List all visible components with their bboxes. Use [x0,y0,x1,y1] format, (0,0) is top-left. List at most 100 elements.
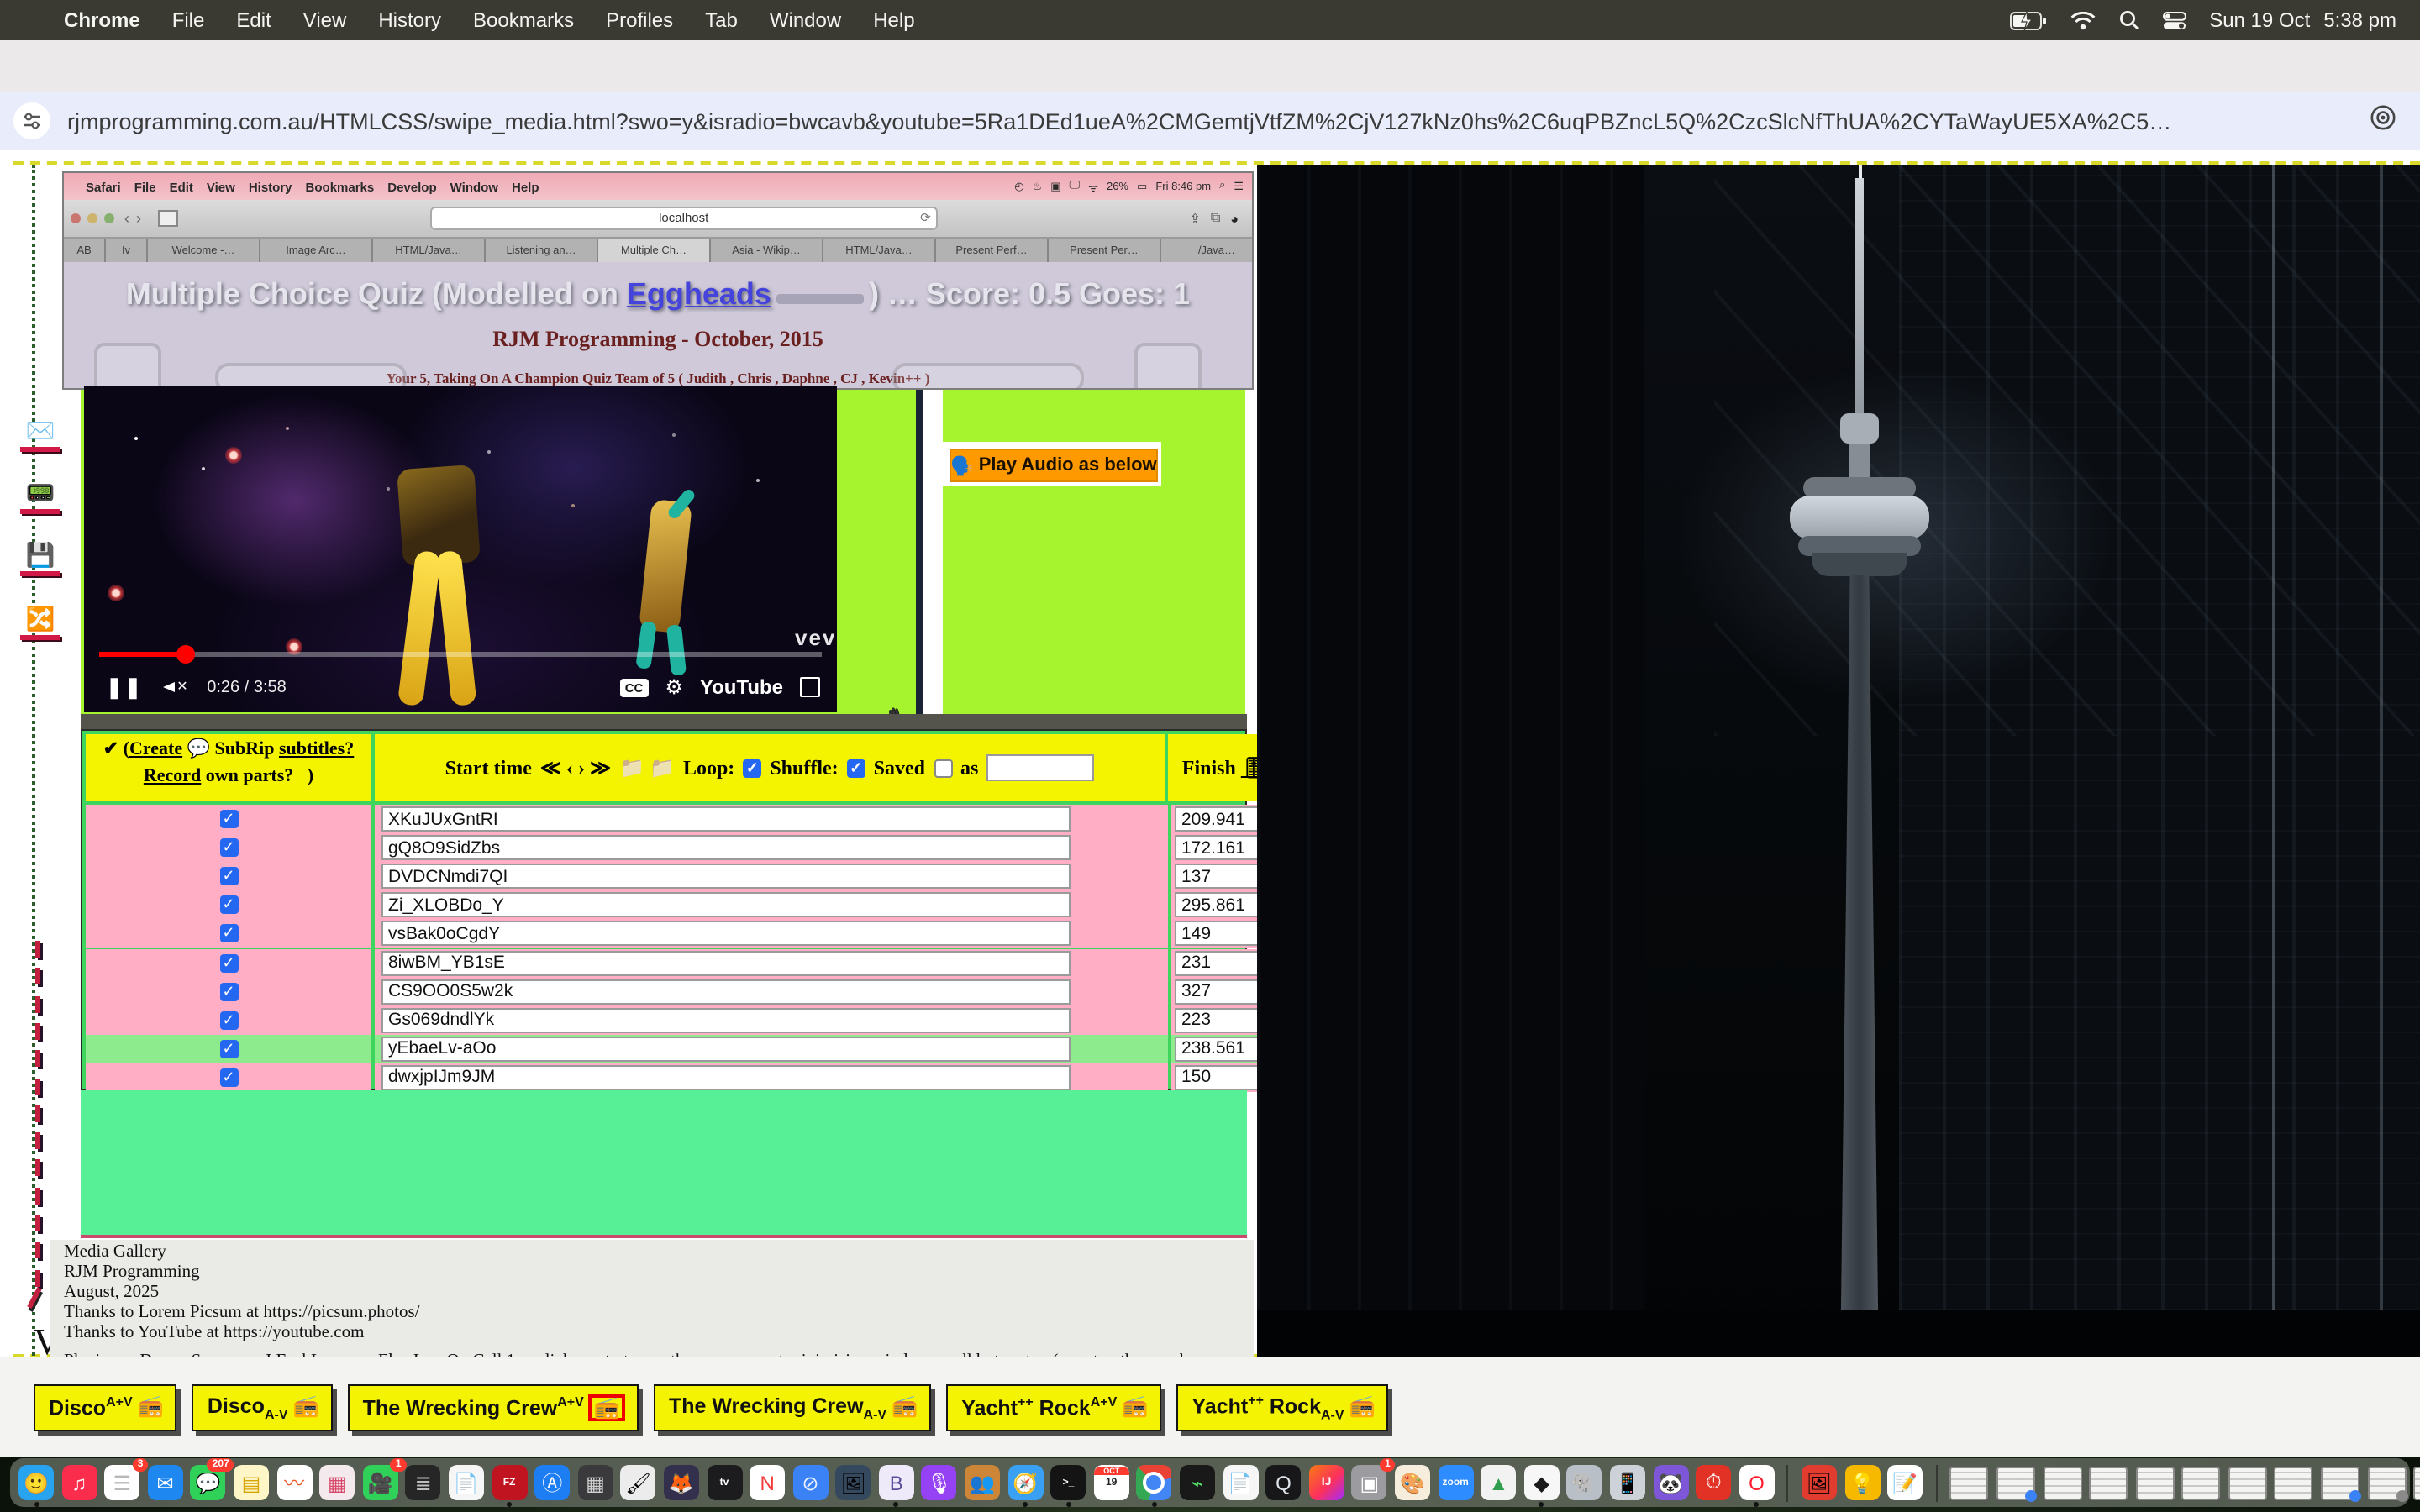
eggheads-link[interactable]: Eggheads [627,277,771,311]
dock-icon-zoom[interactable]: zoom [1438,1465,1473,1500]
dock-icon-grid-utility[interactable]: ▦ [577,1465,613,1500]
minimized-window-thumb[interactable] [1950,1466,1989,1499]
minimized-window-thumb[interactable] [2043,1466,2081,1499]
row-checkbox[interactable]: ✓ [219,982,238,1000]
menu-item-tab[interactable]: Tab [705,8,738,32]
dock-icon-finder[interactable]: 🙂 [18,1465,54,1500]
dock-icon-gimp[interactable]: 🖌 [621,1465,656,1500]
shuffle-icon[interactable]: 🔀 [20,605,60,640]
dock-icon-blocked-app[interactable]: ⊘ [792,1465,828,1500]
playlist-button[interactable]: DiscoA+V📻 [34,1384,177,1431]
preview-eye-icon[interactable] [2370,103,2396,139]
captions-button[interactable]: CC [620,678,649,696]
row-checkbox[interactable]: ✓ [219,953,238,972]
site-settings-icon[interactable] [13,102,50,139]
menu-item-history[interactable]: History [378,8,441,32]
inner-tab[interactable]: Iv [106,239,148,262]
floppy-icon[interactable]: 💾 [20,541,60,576]
minimized-window-thumb[interactable] [2135,1466,2174,1499]
fullscreen-button[interactable] [800,677,820,697]
battery-charging-icon[interactable] [2009,11,2046,29]
cn-tower-photo[interactable] [1257,165,2420,1361]
menu-item-profiles[interactable]: Profiles [606,8,673,32]
dock-icon-safari[interactable]: 🧭 [1007,1465,1043,1500]
address-input[interactable]: rjmprogramming.com.au/HTMLCSS/swipe_medi… [67,108,2302,134]
play-audio-button[interactable]: 🗣️ Play Audio as below [950,449,1158,482]
menu-item-view[interactable]: View [303,8,347,32]
dock-icon-document[interactable]: 📄 [1223,1465,1258,1500]
inner-tab[interactable]: Listening an… [486,239,598,262]
dock-icon-panda-app[interactable]: 🐼 [1653,1465,1688,1500]
playlist-button[interactable]: The Wrecking CrewA+V📻 [348,1384,639,1431]
dock-icon-filezilla[interactable]: FZ [492,1465,527,1500]
minimized-window-thumb[interactable] [2414,1466,2420,1499]
inner-tab[interactable]: Welcome -… [148,239,260,262]
dock-icon-curl-terminal[interactable]: ≣ [406,1465,441,1500]
video-id-input[interactable] [381,864,1071,889]
shuffle-checkbox[interactable]: ✓ [847,759,865,777]
muted-volume-icon[interactable]: ✕ [163,677,190,697]
wifi-icon[interactable] [2070,11,2095,29]
dock-icon-green-terminal[interactable]: ⌁ [1180,1465,1215,1500]
row-checkbox[interactable]: ✓ [219,810,238,828]
dock-icon-tile-grid-app[interactable]: ▦ [319,1465,355,1500]
inner-tab[interactable]: Asia - Wikip… [711,239,823,262]
dock-icon-mail[interactable]: ✉ [148,1465,183,1500]
dock-icon-textedit[interactable]: 📝 [1887,1465,1923,1500]
video-id-input[interactable] [381,1037,1071,1062]
row-checkbox[interactable]: ✓ [219,867,238,885]
video-id-input[interactable] [381,835,1071,860]
video-id-input[interactable] [381,893,1071,918]
minimized-window-thumb[interactable] [2089,1466,2128,1499]
dock-icon-dial-app[interactable]: ⏱ [1696,1465,1731,1500]
dock-icon-photo-card-app[interactable]: 🖼 [1802,1465,1837,1500]
minimized-window-thumb[interactable] [2321,1466,2360,1499]
dock-icon-bbedit[interactable]: B [879,1465,914,1500]
control-center-icon[interactable] [2162,11,2186,29]
minimized-window-thumb[interactable] [2228,1466,2267,1499]
saved-as-input[interactable] [986,754,1094,781]
dock-icon-opera[interactable]: O [1739,1465,1775,1500]
dock-icon-chrome[interactable] [1137,1465,1172,1500]
video-id-input[interactable] [381,921,1071,947]
subtitles-link[interactable]: subtitles? [279,739,354,759]
inner-tab[interactable]: /Java… [1161,239,1254,262]
dock-icon-inkscape[interactable]: ◆ [1524,1465,1560,1500]
dock-icon-triangle-app[interactable]: ▲ [1481,1465,1516,1500]
minimized-window-thumb[interactable] [2275,1466,2313,1499]
record-link[interactable]: Record [144,766,201,786]
dock-icon-reminders[interactable]: ☰3 [104,1465,139,1500]
menu-item-file[interactable]: File [172,8,205,32]
youtube-logo[interactable]: YouTube [700,675,783,699]
video-id-input[interactable] [381,950,1071,975]
dock-icon-firefox[interactable]: 🦊 [664,1465,699,1500]
playlist-button[interactable]: DiscoA-V📻 [192,1384,333,1431]
video-progress-track[interactable] [99,652,822,657]
row-checkbox[interactable]: ✓ [219,1068,238,1087]
inner-tab[interactable]: Present Perf… [936,239,1049,262]
seek-nav-buttons[interactable]: ≪ ‹ › ≫ [540,755,611,780]
menu-item-chrome[interactable]: Chrome [64,8,140,32]
dock-icon-messages[interactable]: 💬207 [191,1465,226,1500]
dock-icon-white-animal-app[interactable]: 🐘 [1567,1465,1602,1500]
video-id-input[interactable] [381,1007,1071,1032]
menu-item-bookmarks[interactable]: Bookmarks [473,8,574,32]
row-checkbox[interactable]: ✓ [219,838,238,857]
dock-icon-facetime[interactable]: 🎥1 [363,1465,398,1500]
vevo-watermark[interactable]: vevo [795,625,837,650]
dock-icon-idea-app[interactable]: 💡 [1844,1465,1880,1500]
pager-icon[interactable]: 📟 [20,479,60,514]
inner-tab[interactable]: HTML/Java… [373,239,486,262]
dock-icon-contacts[interactable]: 👥 [965,1465,1000,1500]
video-id-input[interactable] [381,1065,1071,1090]
minimized-window-thumb[interactable] [1996,1466,2035,1499]
minimized-window-thumb[interactable] [2367,1466,2406,1499]
dock-icon-quicktime[interactable]: Q [1265,1465,1301,1500]
inner-tab[interactable]: AB [64,239,106,262]
settings-gear-icon[interactable]: ⚙ [665,675,683,699]
row-checkbox[interactable]: ✓ [219,1040,238,1058]
dock-icon-iphone-mirroring[interactable]: 📱 [1610,1465,1645,1500]
email-icon[interactable]: ✉️ [20,417,60,452]
dock-icon-app-store[interactable]: Ⓐ [534,1465,570,1500]
video-id-input[interactable] [381,979,1071,1004]
